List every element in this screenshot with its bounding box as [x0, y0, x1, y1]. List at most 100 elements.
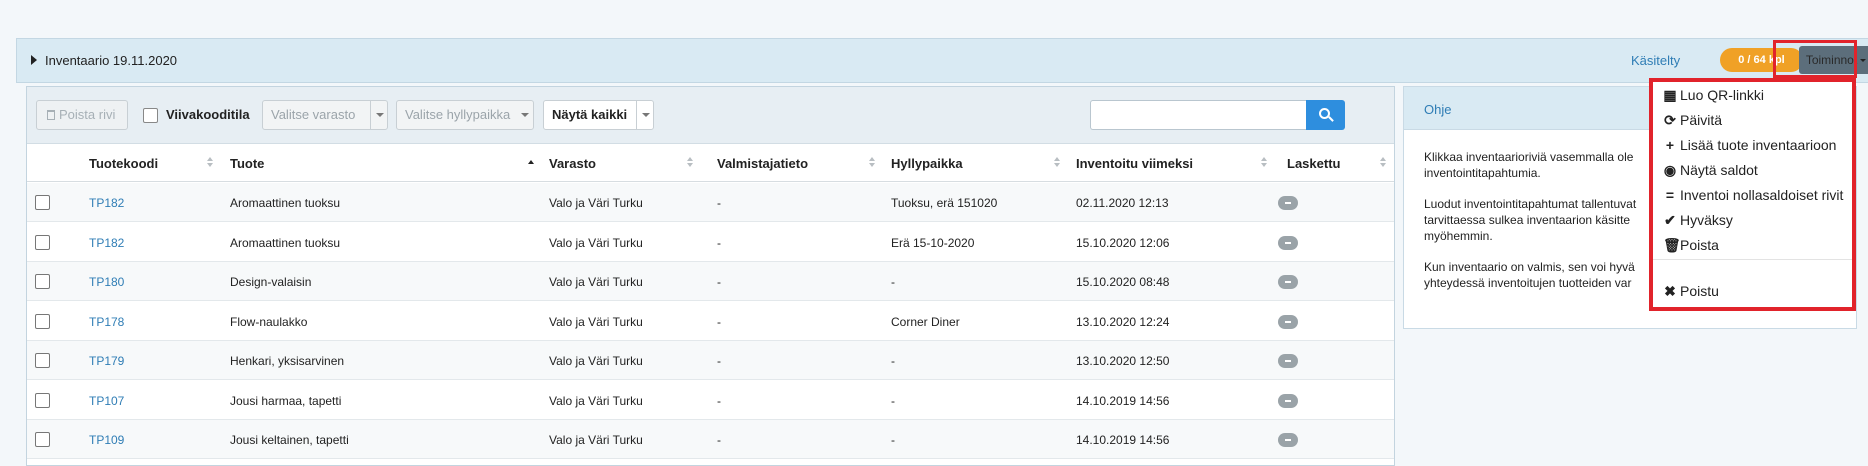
column-header-warehouse[interactable]: Varasto [549, 156, 596, 171]
show-filter-value: Näytä kaikki [552, 107, 628, 122]
table-row[interactable]: TP107 Jousi harmaa, tapetti Valo ja Väri T… [27, 381, 1394, 420]
menu-item-plus[interactable]: + Lisää tuote inventaarioon [1663, 137, 1837, 153]
cell-maker: - [717, 393, 721, 408]
cell-maker: - [717, 433, 721, 447]
column-header-last-inventoried[interactable]: Inventoitu viimeksi [1076, 156, 1193, 171]
inventory-table-panel: Poista rivi Viivakooditila Valitse varas… [26, 86, 1395, 466]
trash-icon [47, 110, 55, 120]
delete-row-label: Poista rivi [59, 107, 116, 122]
chevron-down-icon [370, 101, 387, 129]
counted-status-pill [1278, 196, 1298, 210]
column-header-code[interactable]: Tuotekoodi [89, 156, 158, 171]
menu-item-exit[interactable]: ✖ Poistu [1663, 283, 1719, 300]
menu-item-equals[interactable]: = Inventoi nollasaldoiset rivit [1663, 187, 1844, 203]
menu-item-label: Näytä saldot [1680, 162, 1758, 178]
menu-divider [1653, 259, 1852, 260]
cell-last: 02.11.2020 12:13 [1076, 196, 1169, 210]
cell-warehouse: Valo ja Väri Turku [549, 354, 643, 368]
menu-item-label: Poista [1680, 237, 1719, 253]
cell-shelf: - [891, 393, 895, 408]
cell-code[interactable]: TP179 [89, 354, 124, 368]
counted-status-pill [1278, 354, 1298, 368]
column-header-counted[interactable]: Laskettu [1287, 156, 1340, 171]
column-header-shelf[interactable]: Hyllypaikka [891, 156, 963, 171]
shelf-select-value: Valitse hyllypaikka [405, 107, 511, 122]
cell-code[interactable]: TP180 [89, 275, 124, 289]
search-input[interactable] [1090, 100, 1306, 130]
cell-shelf: Tuoksu, erä 151020 [891, 196, 998, 210]
caret-down-icon [1860, 59, 1867, 63]
cell-product: Design-valaisin [230, 275, 312, 289]
warehouse-select[interactable]: Valitse varasto [262, 100, 388, 130]
cell-code[interactable]: TP182 [89, 196, 124, 210]
cell-warehouse: Valo ja Väri Turku [549, 433, 643, 447]
cell-code[interactable]: TP109 [89, 433, 124, 447]
shelf-select[interactable]: Valitse hyllypaikka [396, 100, 534, 130]
help-paragraph-1: Klikkaa inventaarioriviä vasemmalla ole i… [1424, 150, 1634, 180]
cell-last: 15.10.2020 08:48 [1076, 275, 1170, 289]
row-checkbox[interactable] [35, 274, 50, 289]
cell-warehouse: Valo ja Väri Turku [549, 393, 643, 408]
barcode-mode-checkbox[interactable] [143, 108, 158, 123]
table-row[interactable]: TP178 Flow-naulakko Valo ja Väri Turku - Cor… [27, 302, 1394, 341]
equals-icon: = [1665, 187, 1675, 203]
cell-warehouse: Valo ja Väri Turku [549, 314, 643, 329]
table-row[interactable]: TP179 Henkari, yksisarvinen Valo ja Väri T… [27, 341, 1394, 380]
sort-icon[interactable] [1261, 157, 1268, 169]
table-row[interactable]: TP182 Aromaattinen tuoksu Valo ja Väri Tur… [27, 223, 1394, 262]
table-row[interactable]: TP180 Design-valaisin Valo ja Väri Turku - -… [27, 262, 1394, 301]
column-header-maker[interactable]: Valmistajatieto [717, 156, 808, 171]
sort-icon[interactable] [1380, 157, 1387, 169]
row-checkbox[interactable] [35, 353, 50, 368]
sort-ascending-icon[interactable] [528, 157, 535, 169]
show-filter-select[interactable]: Näytä kaikki [543, 100, 654, 130]
row-checkbox[interactable] [35, 392, 50, 408]
refresh-icon: ⟳ [1664, 112, 1676, 128]
chevron-down-icon [516, 101, 533, 129]
menu-item-label: Hyväksy [1680, 212, 1733, 228]
expand-caret-icon[interactable] [31, 55, 37, 65]
row-checkbox[interactable] [35, 195, 50, 210]
counted-status-pill [1278, 235, 1298, 250]
cell-product: Flow-naulakko [230, 314, 308, 329]
close-icon: ✖ [1664, 283, 1676, 299]
counted-status-pill [1278, 275, 1298, 289]
menu-item-trash[interactable]: 🗑Poista [1663, 237, 1719, 254]
help-paragraph-3: Kun inventaario on valmis, sen voi hyvä y… [1424, 260, 1635, 290]
table-row[interactable]: TP182 Aromaattinen tuoksu Valo ja Väri Tur… [27, 183, 1394, 222]
menu-item-exit-label: Poistu [1680, 283, 1719, 299]
sort-icon[interactable] [1054, 157, 1061, 169]
cell-code[interactable]: TP107 [89, 394, 124, 408]
row-checkbox[interactable] [35, 234, 50, 250]
menu-item-qr[interactable]: ▦ Luo QR-linkki [1663, 87, 1764, 104]
sort-icon[interactable] [869, 157, 876, 169]
menu-item-label: Päivitä [1680, 112, 1723, 128]
cell-last: 15.10.2020 12:06 [1076, 235, 1170, 250]
row-checkbox[interactable] [35, 313, 50, 329]
inventory-header[interactable]: Inventaario 19.11.2020 Käsitelty 0 / 64 … [16, 38, 1868, 83]
cell-shelf: Corner Diner [891, 314, 960, 329]
cell-warehouse: Valo ja Väri Turku [549, 196, 643, 210]
cell-last: 14.10.2019 14:56 [1076, 433, 1170, 447]
column-header-product[interactable]: Tuote [230, 156, 264, 171]
search-icon-handle [1328, 116, 1334, 122]
eye-icon: ◉ [1663, 162, 1677, 178]
table-row[interactable]: TP109 Jousi keltainen, tapetti Valo ja Vär… [27, 420, 1394, 459]
menu-item-refresh[interactable]: ⟳ Päivitä [1663, 112, 1722, 129]
menu-item-eye[interactable]: ◉ Näytä saldot [1663, 162, 1758, 179]
cell-code[interactable]: TP178 [89, 315, 124, 329]
inventory-title[interactable]: Inventaario 19.11.2020 [45, 53, 177, 68]
cell-shelf: - [891, 275, 895, 289]
search-button[interactable] [1306, 100, 1345, 130]
cell-maker: - [717, 196, 721, 210]
sort-icon[interactable] [207, 157, 214, 169]
menu-item-check[interactable]: ✔ Hyväksy [1663, 212, 1733, 229]
cell-code[interactable]: TP182 [89, 236, 124, 250]
row-checkbox[interactable] [35, 432, 50, 447]
counted-status-pill [1278, 314, 1298, 329]
delete-row-button[interactable]: Poista rivi [36, 100, 128, 130]
sort-icon[interactable] [687, 157, 694, 169]
highlight-actions-button [1773, 40, 1857, 78]
cell-product: Aromaattinen tuoksu [230, 235, 341, 250]
warehouse-select-value: Valitse varasto [271, 107, 356, 122]
